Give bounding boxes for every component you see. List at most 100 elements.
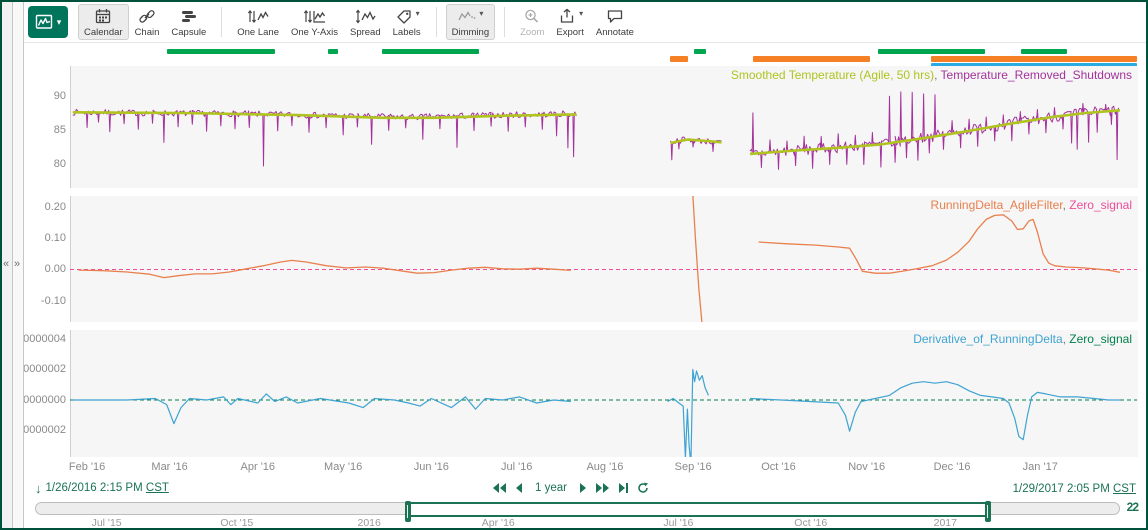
condition-capsule-bar[interactable] bbox=[753, 56, 870, 62]
chevron-down-icon: ▾ bbox=[479, 9, 483, 18]
condition-capsule-bar[interactable] bbox=[382, 49, 479, 54]
legend-item[interactable]: Temperature_Removed_Shutdowns bbox=[941, 68, 1132, 82]
export-button[interactable]: ▾ Export bbox=[550, 4, 589, 40]
toolbar-separator bbox=[504, 7, 505, 37]
time-navigation: 1 year bbox=[492, 482, 649, 494]
timebar-tick-label: Oct '15 bbox=[220, 517, 253, 529]
one-y-axis-button[interactable]: One Y-Axis bbox=[285, 4, 344, 40]
spread-button-label: Spread bbox=[350, 27, 381, 38]
calendar-button[interactable]: Calendar bbox=[78, 4, 129, 40]
x-axis-month-label: Nov '16 bbox=[848, 461, 885, 473]
view-selector-button[interactable]: ▾ bbox=[28, 6, 68, 38]
x-axis-month-label: Dec '16 bbox=[934, 461, 971, 473]
series-RunningDelta_AgileFilter bbox=[759, 215, 1120, 273]
chain-button-label: Chain bbox=[135, 27, 160, 38]
timebar-handle-left[interactable] bbox=[405, 501, 411, 522]
series-RunningDelta_AgileFilter bbox=[692, 196, 703, 322]
spread-icon bbox=[354, 7, 376, 26]
export-button-label: Export bbox=[556, 27, 583, 38]
range-start-timezone[interactable]: CST bbox=[146, 482, 169, 494]
trend-lane-running-delta[interactable] bbox=[2, 196, 1148, 322]
x-axis-month-label: Mar '16 bbox=[151, 461, 187, 473]
calendar-button-label: Calendar bbox=[84, 27, 123, 38]
condition-capsule-bar[interactable] bbox=[670, 56, 688, 62]
legend-item[interactable]: Zero_signal bbox=[1069, 332, 1132, 346]
collapsed-panel-right[interactable]: » bbox=[13, 2, 24, 528]
annotate-button[interactable]: Annotate bbox=[590, 4, 640, 40]
lane-legend: Smoothed Temperature (Agile, 50 hrs), Te… bbox=[731, 68, 1132, 82]
series-Derivative_of_RunningDelta bbox=[73, 394, 571, 424]
zoom-icon bbox=[522, 7, 542, 26]
legend-item[interactable]: Derivative_of_RunningDelta bbox=[913, 332, 1062, 346]
trend-lane-derivative[interactable] bbox=[2, 330, 1148, 457]
timebar-tick-label: 2017 bbox=[934, 517, 957, 529]
x-axis-month-label: Sep '16 bbox=[675, 461, 712, 473]
legend-item[interactable]: Zero_signal bbox=[1069, 198, 1132, 212]
legend-item[interactable]: RunningDelta_AgileFilter bbox=[931, 198, 1063, 212]
timebar-corner-button[interactable]: 22 bbox=[1127, 500, 1138, 514]
collapse-left-icon[interactable]: « bbox=[3, 258, 9, 270]
capsule-icon bbox=[179, 7, 199, 26]
timebar-tick-label: 2016 bbox=[357, 517, 380, 529]
labels-button[interactable]: ▾ Labels bbox=[387, 4, 427, 40]
refresh-icon[interactable] bbox=[637, 482, 649, 494]
one-y-axis-icon bbox=[302, 7, 326, 26]
one-y-axis-button-label: One Y-Axis bbox=[291, 27, 338, 38]
condition-capsule-bar[interactable] bbox=[167, 49, 275, 54]
timebar-handle-right[interactable] bbox=[985, 501, 991, 522]
x-axis-month-label: Oct '16 bbox=[761, 461, 796, 473]
labels-icon bbox=[394, 7, 414, 26]
chevron-down-icon: ▾ bbox=[579, 9, 583, 18]
capsule-button[interactable]: Capsule bbox=[165, 4, 212, 40]
trend-lane-temperature[interactable] bbox=[2, 66, 1148, 188]
annotate-icon bbox=[605, 7, 625, 26]
condition-capsule-bar[interactable] bbox=[1021, 49, 1067, 54]
x-axis-month-label: Jan '17 bbox=[1023, 461, 1058, 473]
toolbar-separator bbox=[221, 7, 222, 37]
duration-label[interactable]: 1 year bbox=[531, 482, 571, 494]
one-lane-button[interactable]: One Lane bbox=[231, 4, 285, 40]
down-arrow-icon: ↓ bbox=[35, 481, 42, 496]
chain-icon bbox=[137, 7, 157, 26]
annotate-button-label: Annotate bbox=[596, 27, 634, 38]
dimming-button-label: Dimming bbox=[452, 27, 489, 38]
chevron-down-icon: ▾ bbox=[416, 9, 420, 18]
zoom-button-label: Zoom bbox=[520, 27, 544, 38]
capsule-button-label: Capsule bbox=[171, 27, 206, 38]
series-Temperature_Removed_Shutdowns bbox=[73, 109, 577, 166]
condition-capsule-bar[interactable] bbox=[328, 49, 338, 54]
series-Smoothed Temperature (Agile, 50 hrs) bbox=[73, 112, 577, 118]
condition-capsule-bar[interactable] bbox=[931, 56, 1137, 62]
collapsed-panel-left[interactable]: « bbox=[2, 2, 13, 528]
zoom-button: Zoom bbox=[514, 4, 550, 40]
step-forward-button[interactable] bbox=[579, 483, 587, 493]
range-end-control[interactable]: 1/29/2017 2:05 PM CST bbox=[1013, 479, 1136, 497]
range-end-time[interactable]: 1/29/2017 2:05 PM bbox=[1013, 483, 1110, 495]
spread-button[interactable]: Spread bbox=[344, 4, 387, 40]
go-to-now-button[interactable] bbox=[618, 483, 629, 493]
dimming-icon bbox=[457, 7, 477, 26]
legend-item[interactable]: Smoothed Temperature (Agile, 50 hrs) bbox=[731, 68, 934, 82]
range-start-control[interactable]: ↓ 1/26/2016 2:15 PM CST bbox=[35, 481, 169, 496]
chain-button[interactable]: Chain bbox=[129, 4, 166, 40]
one-lane-icon bbox=[246, 7, 270, 26]
range-start-time[interactable]: 1/26/2016 2:15 PM bbox=[46, 482, 143, 494]
x-axis-month-label: Feb '16 bbox=[69, 461, 105, 473]
condition-capsule-bar[interactable] bbox=[694, 49, 706, 54]
dimming-button[interactable]: ▾ Dimming bbox=[446, 4, 495, 40]
timebar-tick-label: Oct '16 bbox=[794, 517, 827, 529]
expand-right-icon[interactable]: » bbox=[14, 258, 20, 270]
x-axis-month-label: Jul '16 bbox=[501, 461, 532, 473]
timebar-track[interactable] bbox=[35, 502, 1120, 515]
calendar-icon bbox=[93, 7, 113, 26]
range-end-timezone[interactable]: CST bbox=[1113, 483, 1136, 495]
step-back-button[interactable] bbox=[515, 483, 523, 493]
labels-button-label: Labels bbox=[393, 27, 421, 38]
condition-capsule-bar[interactable] bbox=[878, 49, 985, 54]
timebar-tick-label: Jul '16 bbox=[663, 517, 693, 529]
timebar-selection[interactable] bbox=[407, 502, 989, 517]
step-forward-full-button[interactable] bbox=[595, 483, 610, 493]
lane-legend: Derivative_of_RunningDelta, Zero_signal bbox=[913, 332, 1132, 346]
trend-chart-icon bbox=[35, 14, 55, 30]
step-back-full-button[interactable] bbox=[492, 483, 507, 493]
